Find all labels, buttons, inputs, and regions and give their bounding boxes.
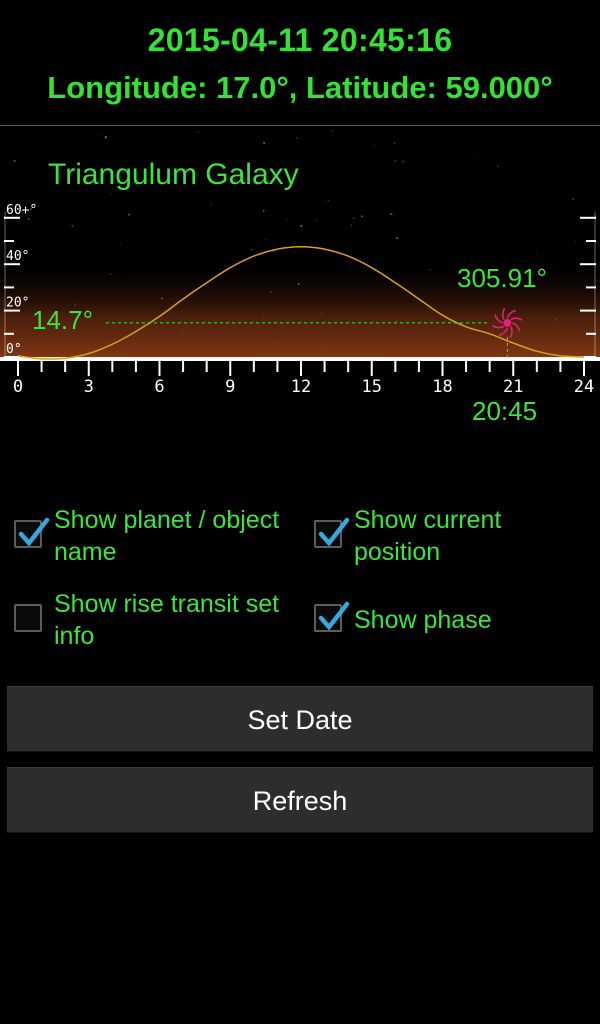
y-tick-label: 60+°	[6, 203, 37, 218]
show-phase-label-line1: Show phase	[354, 606, 492, 634]
show-position-checkbox[interactable]	[314, 517, 350, 548]
show-phase-label: Show phase	[354, 604, 492, 636]
star	[360, 215, 363, 218]
star	[327, 199, 329, 201]
object-name-label: Triangulum Galaxy	[48, 158, 299, 191]
star	[286, 218, 288, 220]
y-tick-label: 0°	[6, 342, 22, 357]
current-azimuth-label: 305.91°	[457, 263, 547, 293]
star	[27, 217, 30, 220]
show-phase-option[interactable]: Show phase	[312, 588, 597, 658]
x-tick-label: 18	[432, 377, 452, 397]
show-name-checkbox[interactable]	[14, 517, 50, 548]
star	[393, 142, 396, 145]
show-position-label: Show current position	[354, 504, 501, 568]
star	[71, 224, 74, 228]
show-rise-set-label: Show rise transit set info	[54, 588, 279, 652]
datetime-display: 2015-04-11 20:45:16	[147, 22, 453, 58]
y-tick-label: 20°	[6, 296, 29, 311]
star	[128, 213, 131, 216]
star	[250, 248, 253, 251]
star	[197, 131, 199, 133]
star	[262, 210, 265, 212]
star	[402, 160, 405, 163]
show-rise-set-checkbox[interactable]	[14, 604, 42, 632]
star	[331, 130, 334, 133]
x-axis-ticks: 0 3 6 9 12 15 18 21 24	[13, 359, 594, 397]
location-display: Longitude: 17.0°, Latitude: 59.000°	[47, 70, 553, 105]
altitude-chart: 60+° 40° 20° 0° 0 3 6 9 12 15 18 21 24 Triangulum G…	[0, 126, 600, 446]
star	[353, 217, 355, 220]
star	[575, 241, 577, 243]
x-tick-label: 6	[154, 377, 164, 397]
show-name-option[interactable]: Show planet / object name	[12, 504, 312, 574]
current-time-label: 20:45	[472, 396, 537, 426]
star	[572, 198, 574, 200]
star	[293, 251, 295, 253]
star	[100, 133, 102, 135]
star	[473, 156, 475, 158]
star	[119, 243, 121, 246]
star	[300, 224, 303, 228]
x-tick-label: 3	[84, 377, 94, 397]
show-phase-checkbox[interactable]	[314, 601, 350, 632]
star	[350, 224, 353, 226]
star	[265, 239, 267, 241]
show-name-label-line1: Show planet / object	[54, 506, 280, 534]
star	[497, 165, 499, 167]
x-tick-label: 24	[574, 377, 594, 397]
star	[535, 253, 538, 255]
checkmark-icon	[318, 517, 350, 547]
star	[373, 144, 376, 147]
star	[210, 204, 212, 206]
star	[394, 159, 397, 162]
show-rise-set-label-line1: Show rise transit set	[54, 590, 280, 618]
refresh-button[interactable]: Refresh	[7, 767, 593, 833]
star	[263, 141, 266, 145]
show-name-label-line2: name	[54, 538, 117, 566]
star	[37, 205, 40, 207]
set-date-button[interactable]: Set Date	[7, 686, 593, 752]
show-position-label-line2: position	[354, 538, 441, 566]
galaxy-core	[503, 318, 512, 327]
chart-svg: 60+° 40° 20° 0° 0 3 6 9 12 15 18 21 24 Triangulum G…	[0, 130, 600, 426]
x-tick-label: 15	[362, 377, 382, 397]
header: 2015-04-11 20:45:16 Longitude: 17.0°, La…	[0, 0, 600, 125]
star	[390, 213, 393, 216]
y-tick-label: 40°	[6, 249, 29, 264]
x-tick-label: 12	[291, 377, 311, 397]
show-name-label: Show planet / object name	[54, 504, 279, 568]
show-position-option[interactable]: Show current position	[312, 504, 597, 574]
x-tick-label: 0	[13, 377, 23, 397]
checkmark-icon	[318, 601, 350, 631]
current-altitude-label: 14.7°	[32, 305, 93, 335]
show-rise-set-option[interactable]: Show rise transit set info	[12, 588, 312, 658]
star	[295, 137, 298, 139]
star	[13, 159, 16, 162]
star	[316, 220, 318, 222]
x-tick-label: 9	[225, 377, 235, 397]
x-tick-label: 21	[503, 377, 523, 397]
star	[104, 136, 107, 139]
star	[111, 193, 113, 195]
checkmark-icon	[18, 517, 50, 547]
show-rise-set-label-line2: info	[54, 622, 95, 650]
star	[396, 237, 399, 240]
show-position-label-line1: Show current	[354, 506, 502, 534]
